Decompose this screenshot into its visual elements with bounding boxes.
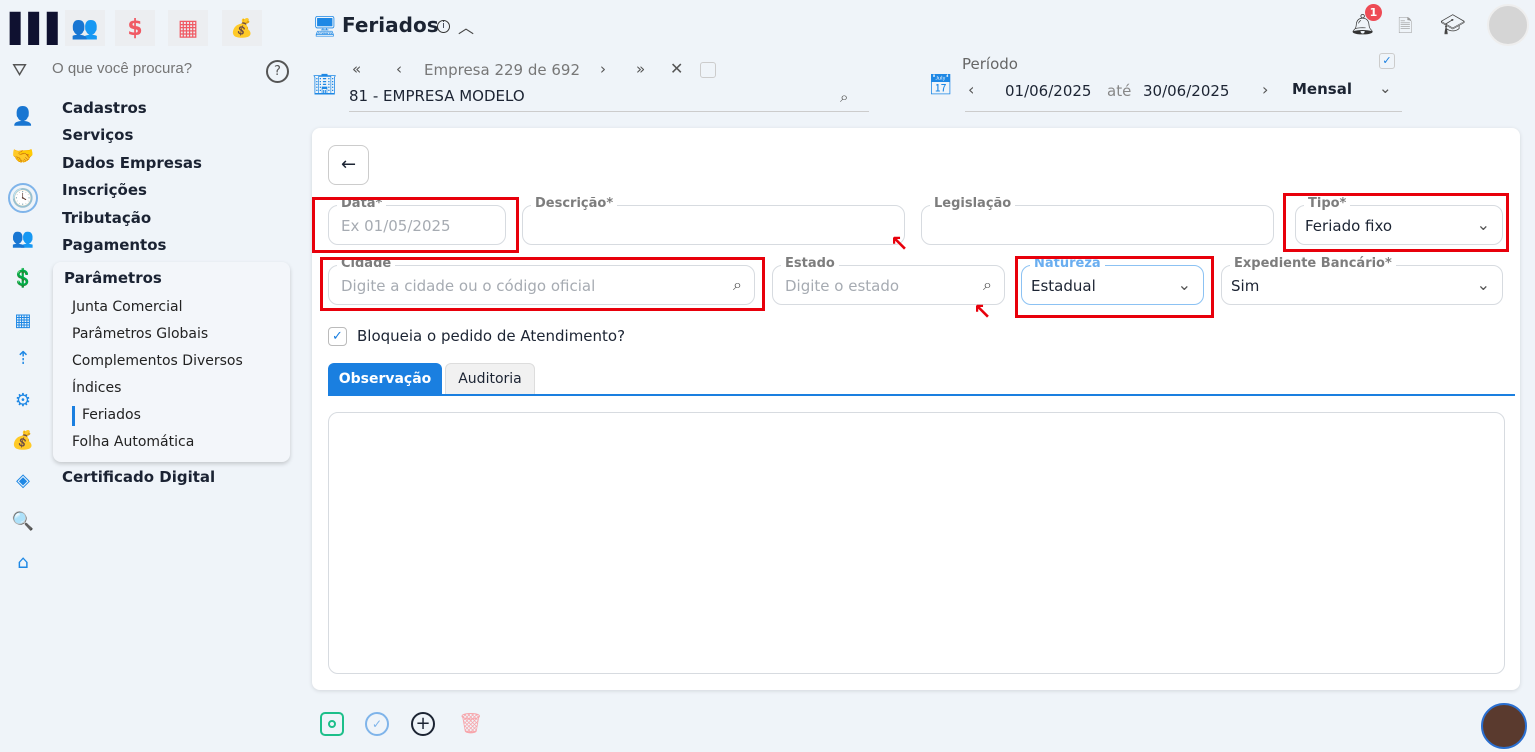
field-label: Expediente Bancário* (1230, 256, 1396, 271)
collapse-icon[interactable]: ︿ (458, 14, 474, 38)
descricao-field[interactable]: Descrição* (522, 196, 905, 245)
highlight-box (320, 257, 765, 311)
page-title: Feriados (342, 13, 439, 37)
observacao-textarea[interactable] (328, 412, 1505, 674)
highlight-box (1015, 256, 1214, 318)
dollar-circle-icon[interactable]: 💲 (10, 265, 36, 291)
bloqueia-checkbox[interactable]: ✓ (328, 327, 347, 346)
clock-icon[interactable]: 🕓 (8, 183, 38, 213)
calculator-icon[interactable]: ▦ (168, 10, 208, 46)
field-value: Sim (1231, 277, 1260, 295)
company-input[interactable]: 81 - EMPRESA MODELO (349, 87, 525, 105)
prev-company-button[interactable]: ‹ (396, 60, 402, 78)
submenu-parametros-globais[interactable]: Parâmetros Globais (72, 326, 208, 342)
money-bag-icon[interactable]: 💰 (10, 427, 36, 453)
tab-underline (328, 394, 1515, 396)
gear-icon[interactable]: ⚙ (10, 387, 36, 413)
menu-certificado-digital[interactable]: Certificado Digital (62, 468, 215, 486)
field-label: Descrição* (531, 196, 618, 211)
avatar[interactable] (1487, 4, 1529, 46)
notification-badge: 1 (1365, 4, 1382, 21)
menu-dados-empresas[interactable]: Dados Empresas (62, 154, 202, 172)
field-placeholder: Digite o estado (785, 277, 900, 295)
submenu-complementos-diversos[interactable]: Complementos Diversos (72, 353, 243, 369)
search-icon[interactable]: ⌕ (983, 275, 992, 295)
add-button[interactable]: + (411, 712, 435, 736)
graduation-cap-icon[interactable]: 🎓︎ (1440, 12, 1465, 36)
back-button[interactable]: ← (328, 145, 369, 185)
next-company-button[interactable]: › (600, 60, 606, 78)
filter-icon[interactable]: ⛛ (12, 60, 27, 81)
percent-arrow-icon[interactable]: ⇡ (10, 345, 36, 371)
layers-icon[interactable]: ◈ (10, 467, 36, 493)
bloqueia-label: Bloqueia o pedido de Atendimento? (357, 327, 626, 345)
user-settings-icon[interactable]: 👤 (10, 103, 36, 129)
info-icon[interactable]: i (437, 20, 450, 33)
menu-pagamentos[interactable]: Pagamentos (62, 236, 166, 254)
menu-servicos[interactable]: Serviços (62, 126, 133, 144)
period-start[interactable]: 01/06/2025 (1005, 82, 1091, 100)
menu-parametros[interactable]: Parâmetros (64, 269, 162, 287)
dollar-icon[interactable]: $ (115, 10, 155, 46)
period-checkbox[interactable]: ✓ (1379, 53, 1395, 69)
period-label: Período (962, 55, 1018, 73)
save-button[interactable] (320, 712, 344, 736)
submenu-folha-automatica[interactable]: Folha Automática (72, 434, 194, 450)
divider (349, 111, 869, 112)
tab-auditoria[interactable]: Auditoria (445, 363, 535, 395)
annotation-arrow: ↖ (973, 300, 992, 325)
search-input[interactable] (52, 60, 252, 77)
menu-inscricoes[interactable]: Inscrições (62, 181, 147, 199)
annotation-arrow: ↖ (890, 232, 909, 257)
people-icon[interactable]: 👥 (65, 10, 105, 46)
handshake-icon[interactable]: 🤝 (10, 143, 36, 169)
home-icon[interactable]: ⌂ (10, 549, 36, 575)
prev-period-button[interactable]: ‹ (968, 80, 974, 99)
search-icon[interactable]: ⌕ (840, 88, 848, 106)
highlight-box (312, 197, 519, 253)
menu-tributacao[interactable]: Tributação (62, 209, 151, 227)
company-nav-label: Empresa 229 de 692 (424, 61, 580, 79)
assistant-avatar[interactable] (1481, 703, 1527, 749)
divider (965, 111, 1402, 112)
delete-button[interactable]: 🗑︎ (458, 711, 483, 735)
legislacao-field[interactable]: Legislação (921, 196, 1274, 245)
estado-field[interactable]: Estado Digite o estado ⌕ (772, 256, 1005, 305)
monitor-icon: 🖥 (312, 14, 338, 38)
period-sep: até (1107, 82, 1132, 100)
users-icon[interactable]: 👥 (10, 225, 36, 251)
field-label: Legislação (930, 196, 1016, 211)
submenu-feriados[interactable]: Feriados (82, 407, 141, 423)
submenu-indices[interactable]: Índices (72, 380, 121, 396)
field-label: Estado (781, 256, 839, 271)
highlight-box (1283, 193, 1509, 252)
menu-cadastros[interactable]: Cadastros (62, 99, 147, 117)
tab-observacao[interactable]: Observação (328, 363, 442, 395)
expediente-bancario-select[interactable]: Expediente Bancário* Sim ⌄ (1221, 256, 1503, 305)
help-icon[interactable]: ? (266, 60, 289, 83)
document-search-icon[interactable]: 🗎 (1398, 14, 1412, 44)
calculator-icon[interactable]: ▦ (10, 307, 36, 333)
period-end[interactable]: 30/06/2025 (1143, 82, 1229, 100)
next-period-button[interactable]: › (1262, 80, 1268, 99)
chevron-down-icon[interactable]: ⌄ (1379, 79, 1392, 97)
clear-icon[interactable]: ✕ (670, 59, 683, 78)
first-company-button[interactable]: « (352, 60, 361, 78)
calendar-icon: 📅︎ (928, 72, 954, 96)
building-icon: 🏢︎ (312, 72, 338, 96)
confirm-button[interactable]: ✓ (365, 712, 389, 736)
company-checkbox[interactable] (700, 62, 716, 78)
submenu-junta-comercial[interactable]: Junta Comercial (72, 299, 183, 315)
money-bag-icon[interactable]: 💰 (222, 10, 262, 46)
app-logo[interactable]: ▌▌▌ (10, 12, 69, 45)
active-indicator (72, 406, 75, 426)
search-icon[interactable]: 🔍 (10, 508, 36, 534)
chevron-down-icon: ⌄ (1476, 275, 1490, 294)
period-mode-select[interactable]: Mensal (1292, 80, 1352, 98)
last-company-button[interactable]: » (636, 60, 645, 78)
